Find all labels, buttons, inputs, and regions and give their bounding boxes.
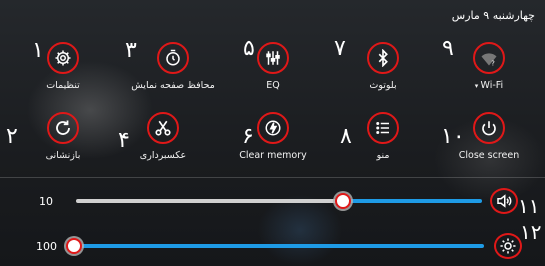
eq-tile[interactable]: EQ [218,38,328,98]
clear-memory-label: Clear memory [239,150,307,161]
timer-icon [157,42,189,74]
date-label: چهارشنبه ۹ مارس [451,9,535,22]
clear-memory-tile[interactable]: Clear memory [218,108,328,168]
close-screen-label: Close screen [458,150,520,161]
wifi-label: ▾ Wi-Fi [474,80,504,91]
volume-thumb[interactable] [335,193,351,209]
settings-tile[interactable]: تنظیمات [8,38,118,98]
eq-label: EQ [266,80,280,91]
annotation-number: ١٢ [520,220,542,244]
annotation-number: ٣ [125,38,137,63]
annotation-number: ١٠ [441,124,465,149]
annotation-number: ۶ [242,124,254,149]
annotation-number: ٢ [6,124,18,149]
brightness-value: 100 [36,240,57,253]
reset-label: بازنشانی [45,150,81,161]
menu-label: منو [376,150,390,161]
menu-list-icon [367,112,399,144]
annotation-number: ٩ [442,36,454,61]
sun-icon[interactable] [494,233,522,259]
reset-tile[interactable]: بازنشانی [8,108,118,168]
volume-track-active [343,199,482,203]
volume-track-inactive [76,199,343,203]
reset-icon [47,112,79,144]
annotation-number: ۴ [118,128,130,153]
svg-text:?: ? [491,60,495,68]
wifi-icon: ? [473,42,505,74]
scissors-icon [147,112,179,144]
equalizer-icon [257,42,289,74]
bluetooth-icon [367,42,399,74]
power-icon [473,112,505,144]
annotation-number: ٧ [334,36,346,61]
brightness-thumb[interactable] [66,238,82,254]
screensaver-label: محافظ صفحه نمایش [131,80,215,91]
annotation-number: ١١ [518,194,540,218]
settings-label: تنظیمات [46,80,80,91]
divider [0,177,545,178]
brightness-track-active [74,244,484,248]
volume-value: 10 [39,195,53,208]
annotation-number: ١ [32,38,44,63]
annotation-number: ۵ [243,36,255,61]
annotation-number: ٨ [340,124,352,149]
clear-memory-icon [257,112,289,144]
bluetooth-label: بلوتوث [369,80,397,91]
gear-icon [47,42,79,74]
speaker-icon[interactable] [490,188,518,214]
